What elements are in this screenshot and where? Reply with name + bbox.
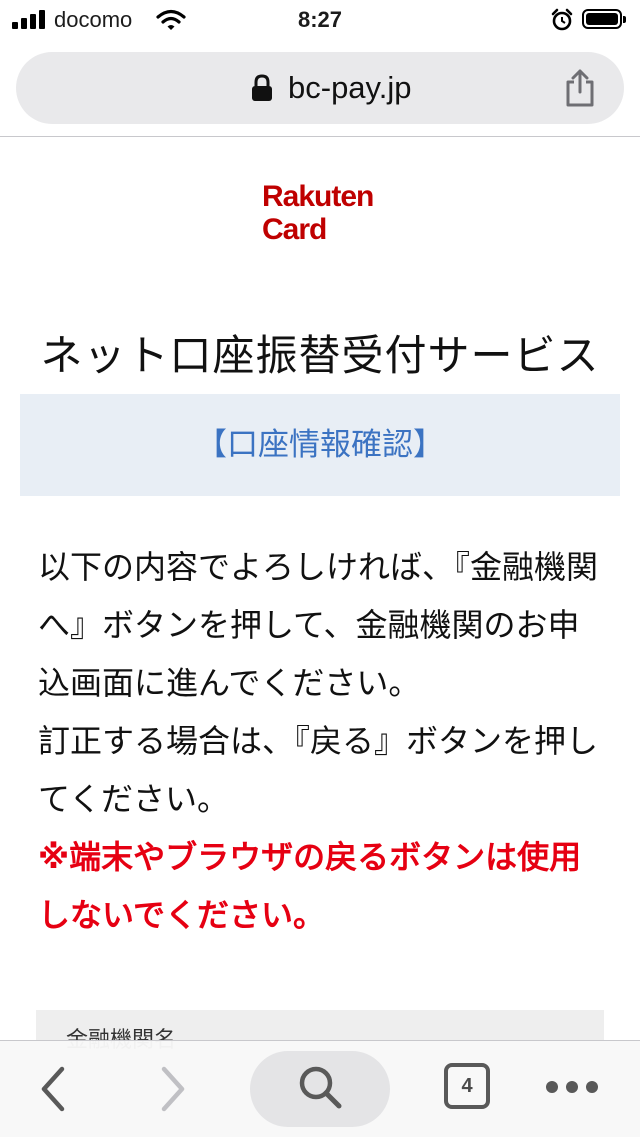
section-heading: 【口座情報確認】 <box>196 427 444 463</box>
page-title: ネット口座振替受付サービス <box>40 331 600 380</box>
rakuten-card-logo: Rakuten Card <box>262 180 392 246</box>
alarm-icon <box>550 8 574 36</box>
correction-text: 訂正する場合は、『戻る』ボタンを押してください。 <box>38 722 599 818</box>
url-text[interactable]: bc-pay.jp <box>288 70 412 106</box>
logo-line-2: Card <box>262 213 327 246</box>
more-icon[interactable] <box>546 1081 598 1093</box>
status-bar: docomo 8:27 <box>0 0 640 40</box>
instructions-block: 以下の内容でよろしければ、『金融機関へ』ボタンを押して、金融機関のお申込画面に進… <box>38 538 608 944</box>
section-banner: 【口座情報確認】 <box>20 394 620 496</box>
tabs-icon[interactable]: 4 <box>444 1063 490 1109</box>
address-bar-divider <box>0 136 640 137</box>
lock-icon <box>250 74 274 106</box>
forward-icon[interactable] <box>148 1041 198 1137</box>
search-button[interactable] <box>250 1051 390 1127</box>
back-icon[interactable] <box>28 1041 78 1137</box>
clock-time: 8:27 <box>297 7 343 32</box>
logo-line-1: Rakuten <box>262 180 374 213</box>
instructions-text: 以下の内容でよろしければ、『金融機関へ』ボタンを押して、金融機関のお申込画面に進… <box>38 548 599 702</box>
share-icon[interactable] <box>562 68 598 112</box>
warning-text: ※端末やブラウザの戻るボタンは使用しないでください。 <box>38 838 582 934</box>
address-bar[interactable]: bc-pay.jp <box>16 52 624 124</box>
search-icon <box>296 1063 344 1115</box>
browser-toolbar: 4 <box>0 1040 640 1137</box>
battery-icon <box>582 9 626 29</box>
